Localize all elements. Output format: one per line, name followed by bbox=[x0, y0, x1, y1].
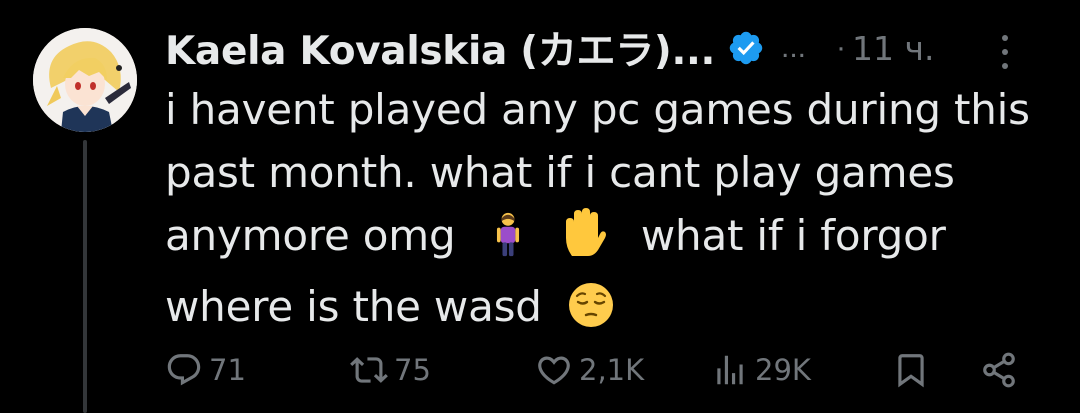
separator-dot: · bbox=[836, 31, 847, 64]
tweet-text-line-3: anymore omg what if i forgor bbox=[165, 204, 1055, 275]
tweet-text-segment: what if i forgor bbox=[640, 211, 946, 260]
bookmark-button[interactable] bbox=[892, 342, 930, 398]
tweet-header: Kaela Kovalskia (カエラ)... ... · 11 ч. bbox=[165, 24, 1060, 74]
verified-badge-icon bbox=[727, 29, 765, 67]
retweet-icon bbox=[350, 357, 388, 383]
retweet-count: 75 bbox=[394, 353, 431, 387]
thread-line bbox=[83, 140, 87, 413]
like-count: 2,1K bbox=[579, 353, 645, 387]
author-avatar[interactable] bbox=[33, 28, 137, 132]
views-chart-icon bbox=[717, 355, 743, 385]
handle-ellipsis: ... bbox=[781, 31, 807, 64]
bookmark-icon bbox=[898, 354, 924, 388]
more-options-icon[interactable] bbox=[990, 32, 1020, 72]
share-icon bbox=[983, 352, 1015, 388]
reply-count: 71 bbox=[209, 353, 246, 387]
pensive-face-emoji bbox=[567, 281, 615, 346]
tweet-time[interactable]: 11 ч. bbox=[852, 29, 934, 68]
tweet-text: i havent played any pc games during this… bbox=[165, 78, 1055, 346]
share-button[interactable] bbox=[980, 342, 1018, 398]
raised-hand-emoji bbox=[562, 208, 606, 275]
like-button[interactable]: 2,1K bbox=[535, 342, 644, 398]
author-name[interactable]: Kaela Kovalskia (カエラ)... bbox=[165, 20, 715, 76]
tweet-text-line-5: where is the wasd bbox=[165, 275, 1055, 346]
woman-standing-emoji bbox=[493, 212, 523, 275]
retweet-button[interactable]: 75 bbox=[350, 342, 431, 398]
tweet-text-segment: where is the wasd bbox=[165, 282, 542, 331]
heart-icon bbox=[538, 356, 570, 385]
views-count: 29K bbox=[755, 353, 811, 387]
tweet-actions: 71 75 2,1K 29K bbox=[165, 342, 1035, 398]
tweet-text-line: past month. what if i cant play games bbox=[165, 148, 955, 197]
reply-icon bbox=[167, 354, 201, 386]
reply-button[interactable]: 71 bbox=[165, 342, 246, 398]
tweet-text-segment: anymore omg bbox=[165, 211, 456, 260]
views-button[interactable]: 29K bbox=[711, 342, 811, 398]
tweet-text-line: i havent played any pc games during this bbox=[165, 85, 1030, 134]
